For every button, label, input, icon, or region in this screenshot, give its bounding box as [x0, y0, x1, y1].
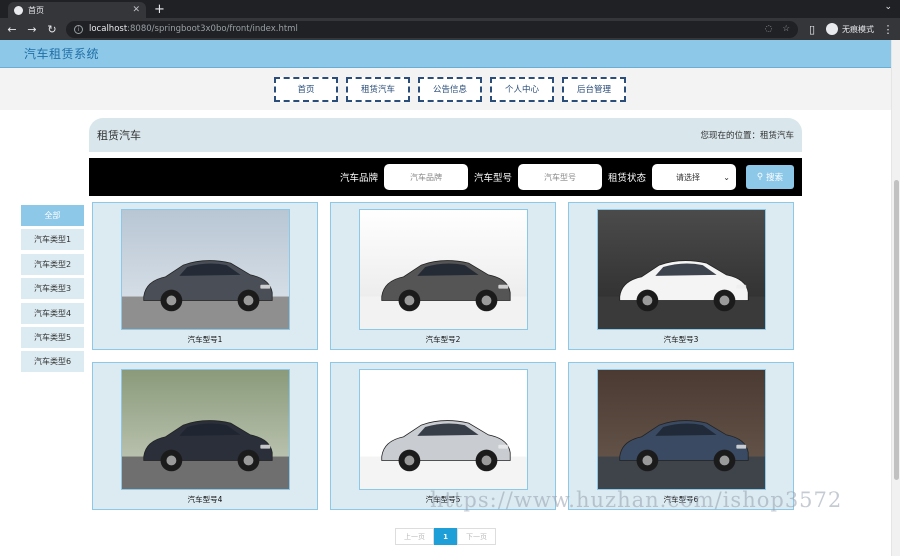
tab-title: 首页: [28, 5, 44, 15]
nav-item-notices[interactable]: 公告信息: [418, 76, 482, 102]
status-label: 租赁状态: [607, 173, 646, 184]
car-image[interactable]: [358, 369, 528, 490]
car-illustration: [359, 370, 527, 489]
model-label: 汽车型号: [473, 173, 512, 184]
category-all[interactable]: 全部: [21, 205, 84, 226]
new-tab-button[interactable]: +: [154, 2, 165, 18]
address-bar[interactable]: i localhost:8080/springboot3x0bo/front/i…: [66, 20, 798, 38]
car-caption[interactable]: 汽车型号2: [426, 334, 461, 345]
globe-icon: [14, 5, 23, 15]
car-card[interactable]: 汽车型号5: [330, 362, 556, 510]
reload-icon[interactable]: ↻: [46, 23, 58, 36]
search-icon: ⚲: [756, 172, 764, 182]
nav-item-rent-car[interactable]: 租赁汽车: [346, 76, 410, 102]
car-caption[interactable]: 汽车型号5: [426, 494, 461, 505]
model-input[interactable]: 汽车型号: [517, 164, 602, 190]
car-image[interactable]: [120, 209, 290, 330]
car-card[interactable]: 汽车型号1: [92, 202, 318, 350]
browser-toolbar: ← → ↻ i localhost:8080/springboot3x0bo/f…: [0, 18, 900, 40]
info-icon[interactable]: i: [74, 24, 83, 34]
chevron-down-icon[interactable]: ⌄: [884, 2, 892, 12]
page-title: 租赁汽车: [97, 129, 141, 142]
site-title: 汽车租赁系统: [24, 47, 100, 61]
car-card[interactable]: 汽车型号6: [568, 362, 794, 510]
nav-item-profile[interactable]: 个人中心: [490, 76, 554, 102]
car-caption[interactable]: 汽车型号1: [188, 334, 223, 345]
search-button[interactable]: ⚲ 搜索: [746, 165, 794, 189]
star-icon[interactable]: ☆: [782, 24, 790, 34]
search-bar: 汽车品牌 汽车品牌 汽车型号 汽车型号 租赁状态 请选择 ⌄ ⚲ 搜索: [89, 158, 802, 196]
nav-item-home[interactable]: 首页: [274, 76, 338, 102]
car-illustration: [121, 210, 289, 329]
browser-tab-strip: 首页 ✕ + ⌄: [0, 0, 900, 18]
page-content: 汽车租赁系统 首页 租赁汽车 公告信息 个人中心 后台管理 租赁汽车 您现在的位…: [0, 40, 900, 556]
status-select[interactable]: 请选择 ⌄: [652, 164, 736, 190]
url-path: :8080/springboot3x0bo/front/index.html: [127, 24, 298, 34]
category-type-2[interactable]: 汽车类型2: [21, 253, 84, 275]
chevron-down-icon: ⌄: [723, 172, 730, 182]
car-caption[interactable]: 汽车型号6: [664, 494, 699, 505]
more-menu-icon[interactable]: ⋮: [882, 23, 894, 36]
profile-label: 无痕模式: [842, 24, 874, 34]
car-illustration: [597, 210, 765, 329]
car-caption[interactable]: 汽车型号4: [188, 494, 223, 505]
status-select-value: 请选择: [676, 172, 700, 182]
sidepanel-icon[interactable]: ▯: [806, 23, 818, 36]
category-type-1[interactable]: 汽车类型1: [21, 229, 84, 251]
main-nav: 首页 租赁汽车 公告信息 个人中心 后台管理: [0, 68, 900, 110]
car-illustration: [359, 210, 527, 329]
car-grid: 汽车型号1 汽车型号2 汽车型号3 汽车型号4 汽车型号5 汽车型号6: [92, 202, 794, 510]
eye-off-icon[interactable]: ◌: [765, 24, 772, 34]
browser-tab[interactable]: 首页 ✕: [8, 2, 146, 18]
incognito-icon: [826, 23, 838, 35]
category-type-4[interactable]: 汽车类型4: [21, 302, 84, 324]
prev-page-button[interactable]: 上一页: [395, 528, 434, 545]
next-page-button[interactable]: 下一页: [457, 528, 496, 545]
category-sidebar: 全部 汽车类型1 汽车类型2 汽车类型3 汽车类型4 汽车类型5 汽车类型6: [21, 205, 84, 376]
page-scrollbar[interactable]: [891, 40, 900, 556]
category-type-6[interactable]: 汽车类型6: [21, 351, 84, 373]
nav-item-admin[interactable]: 后台管理: [562, 76, 626, 102]
car-illustration: [597, 370, 765, 489]
close-icon[interactable]: ✕: [132, 5, 140, 15]
scrollbar-thumb[interactable]: [894, 180, 899, 480]
brand-label: 汽车品牌: [339, 173, 378, 184]
search-button-label: 搜索: [766, 173, 784, 183]
breadcrumb: 租赁汽车 您现在的位置：租赁汽车: [89, 118, 802, 152]
forward-icon[interactable]: →: [26, 23, 38, 36]
category-type-3[interactable]: 汽车类型3: [21, 278, 84, 300]
current-page[interactable]: 1: [434, 528, 457, 545]
incognito-profile[interactable]: 无痕模式: [826, 23, 874, 35]
site-header: 汽车租赁系统: [0, 40, 900, 68]
car-card[interactable]: 汽车型号3: [568, 202, 794, 350]
brand-input[interactable]: 汽车品牌: [383, 164, 468, 190]
pagination: 上一页 1 下一页: [395, 528, 496, 545]
car-caption[interactable]: 汽车型号3: [664, 334, 699, 345]
car-card[interactable]: 汽车型号2: [330, 202, 556, 350]
category-type-5[interactable]: 汽车类型5: [21, 326, 84, 348]
car-illustration: [121, 370, 289, 489]
car-image[interactable]: [596, 369, 766, 490]
breadcrumb-location: 您现在的位置：租赁汽车: [700, 131, 794, 141]
car-image[interactable]: [358, 209, 528, 330]
back-icon[interactable]: ←: [6, 23, 18, 36]
url-host: localhost: [89, 24, 128, 34]
car-image[interactable]: [596, 209, 766, 330]
car-image[interactable]: [120, 369, 290, 490]
car-card[interactable]: 汽车型号4: [92, 362, 318, 510]
